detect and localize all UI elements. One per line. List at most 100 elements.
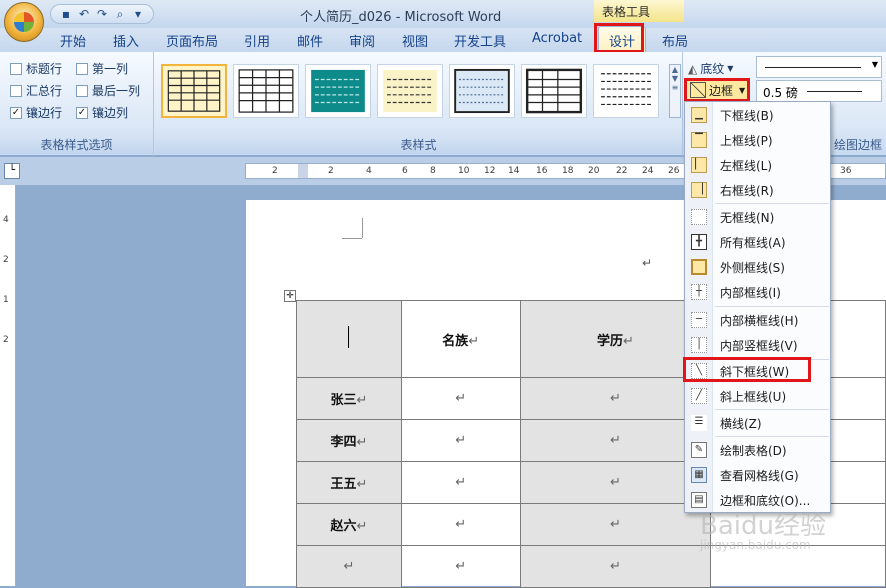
table-cell[interactable]: ↵ [519,377,712,420]
tab-layout[interactable]: 布局 [662,31,688,50]
menu-item-inside-borders[interactable]: ┼ 内部框线(I) [685,281,830,303]
table-tools-context-tab: 表格工具 [594,0,684,22]
checkbox-total-row[interactable]: 汇总行 [10,82,62,99]
menu-separator [715,409,829,410]
table-cell[interactable]: ↵ [400,503,521,546]
paint-bucket-icon: ◭ [688,61,698,76]
outside-borders-icon [691,259,707,275]
table-cell[interactable]: ↵ [400,461,521,504]
table-style-thumb[interactable] [593,64,659,118]
tab-view[interactable]: 视图 [402,31,428,50]
vertical-ruler: 4 2 1 2 [0,185,16,586]
tab-insert[interactable]: 插入 [113,31,139,50]
menu-item-horizontal-line[interactable]: ☰ 横线(Z) [685,412,830,434]
table-style-thumb[interactable] [521,64,587,118]
title-bar: ▪ ↶ ↷ ⌕ ▾ 个人简历_d026 - Microsoft Word 表格工… [0,0,886,42]
inside-vertical-border-icon: │ [691,337,707,353]
text-cursor [348,326,350,348]
all-borders-icon: ╋ [691,234,707,250]
table-cell[interactable] [296,300,402,378]
tab-references[interactable]: 引用 [244,31,270,50]
menu-item-inside-horizontal-border[interactable]: ─ 内部横框线(H) [685,309,830,331]
gridlines-icon: ▦ [691,467,707,483]
table-cell[interactable]: 李四↵ [296,419,402,462]
table-cell[interactable]: 赵六↵ [296,503,402,546]
save-icon[interactable]: ▪ [59,7,73,21]
tab-selector-icon[interactable]: └ [4,163,20,179]
menu-item-top-border[interactable]: ▔ 上框线(P) [685,129,830,151]
checkbox-header-row[interactable]: 标题行 [10,60,62,77]
table-cell[interactable]: 王五↵ [296,461,402,504]
tab-developer[interactable]: 开发工具 [454,31,506,50]
menu-separator [715,306,829,307]
style-gallery-scroll[interactable]: ▲ ▼ ≡ [669,64,681,118]
quick-access-toolbar: ▪ ↶ ↷ ⌕ ▾ [50,4,154,24]
bottom-border-icon: ▁ [691,107,707,123]
menu-item-no-border[interactable]: 无框线(N) [685,206,830,228]
check-icon[interactable]: ✓ [10,106,22,119]
margin-corner-mark [342,238,362,239]
table-cell[interactable]: 张三↵ [296,377,402,420]
customize-icon[interactable]: ▾ [131,7,145,21]
menu-item-inside-vertical-border[interactable]: │ 内部竖框线(V) [685,334,830,356]
menu-item-outside-borders[interactable]: 外侧框线(S) [685,256,830,278]
table-cell[interactable]: ↵ [400,419,521,462]
menu-item-diagonal-up-border[interactable]: ╱ 斜上框线(U) [685,385,830,407]
pen-weight-dropdown[interactable]: 0.5 磅 [756,80,882,102]
indent-marker[interactable] [298,164,308,178]
office-button[interactable] [4,2,44,42]
menu-item-left-border[interactable]: ▏ 左框线(L) [685,154,830,176]
checkbox-box[interactable] [10,84,22,97]
table-cell[interactable]: ↵ [519,545,712,588]
horizontal-line-icon: ☰ [691,415,707,431]
group-label-style-options: 表格样式选项 [0,136,153,154]
tab-review[interactable]: 审阅 [349,31,375,50]
table-style-thumb[interactable] [449,64,515,118]
checkbox-banded-rows[interactable]: ✓ 镶边行 [10,104,62,121]
tab-mailings[interactable]: 邮件 [297,31,323,50]
table-style-thumb[interactable] [305,64,371,118]
checkbox-box[interactable] [76,62,88,75]
teal-table-icon [311,69,365,113]
table-move-handle-icon[interactable]: ✛ [284,290,296,302]
checkbox-banded-columns[interactable]: ✓ 镶边列 [76,104,128,121]
no-border-icon [691,209,707,225]
table-cell[interactable]: 名族↵ [400,300,521,378]
top-border-icon: ▔ [691,132,707,148]
table-style-thumb[interactable] [161,64,227,118]
undo-icon[interactable]: ↶ [77,7,91,21]
plain-table-icon [601,73,651,105]
menu-item-right-border[interactable]: ▕ 右框线(R) [685,179,830,201]
redo-icon[interactable]: ↷ [95,7,109,21]
line-style-sample [765,67,861,68]
paragraph-mark: ↵ [642,256,653,270]
checkbox-box[interactable] [10,62,22,75]
table-style-thumb[interactable] [377,64,443,118]
checkbox-first-column[interactable]: 第一列 [76,60,128,77]
check-icon[interactable]: ✓ [76,106,88,119]
checkbox-box[interactable] [76,84,88,97]
shading-button[interactable]: ◭ 底纹 ▼ [688,60,733,77]
chevron-down-icon: ▼ [871,60,878,69]
menu-item-draw-table[interactable]: ✎ 绘制表格(D) [685,439,830,461]
menu-item-bottom-border[interactable]: ▁ 下框线(B) [685,104,830,126]
menu-item-view-gridlines[interactable]: ▦ 查看网格线(G) [685,464,830,486]
print-preview-icon[interactable]: ⌕ [113,7,127,21]
grid-table-icon [238,69,294,113]
tab-home[interactable]: 开始 [60,31,86,50]
tab-page-layout[interactable]: 页面布局 [166,31,218,50]
ribbon-tabs: 开始 插入 页面布局 引用 邮件 审阅 视图 开发工具 Acrobat 设计 布… [0,26,886,53]
table-cell[interactable]: ↵ [519,419,712,462]
table-cell[interactable]: ↵ [519,461,712,504]
pen-weight-sample [807,91,862,92]
checkbox-last-column[interactable]: 最后一列 [76,82,140,99]
grid-table-icon [525,68,583,114]
table-cell[interactable]: ↵ [519,503,712,546]
table-cell[interactable]: ↵ [400,545,521,588]
tab-acrobat[interactable]: Acrobat [532,31,582,46]
table-cell[interactable]: ↵ [296,545,402,588]
line-style-dropdown[interactable]: ▼ [756,56,882,78]
menu-item-all-borders[interactable]: ╋ 所有框线(A) [685,231,830,253]
table-style-thumb[interactable] [233,64,299,118]
table-cell[interactable]: ↵ [400,377,521,420]
